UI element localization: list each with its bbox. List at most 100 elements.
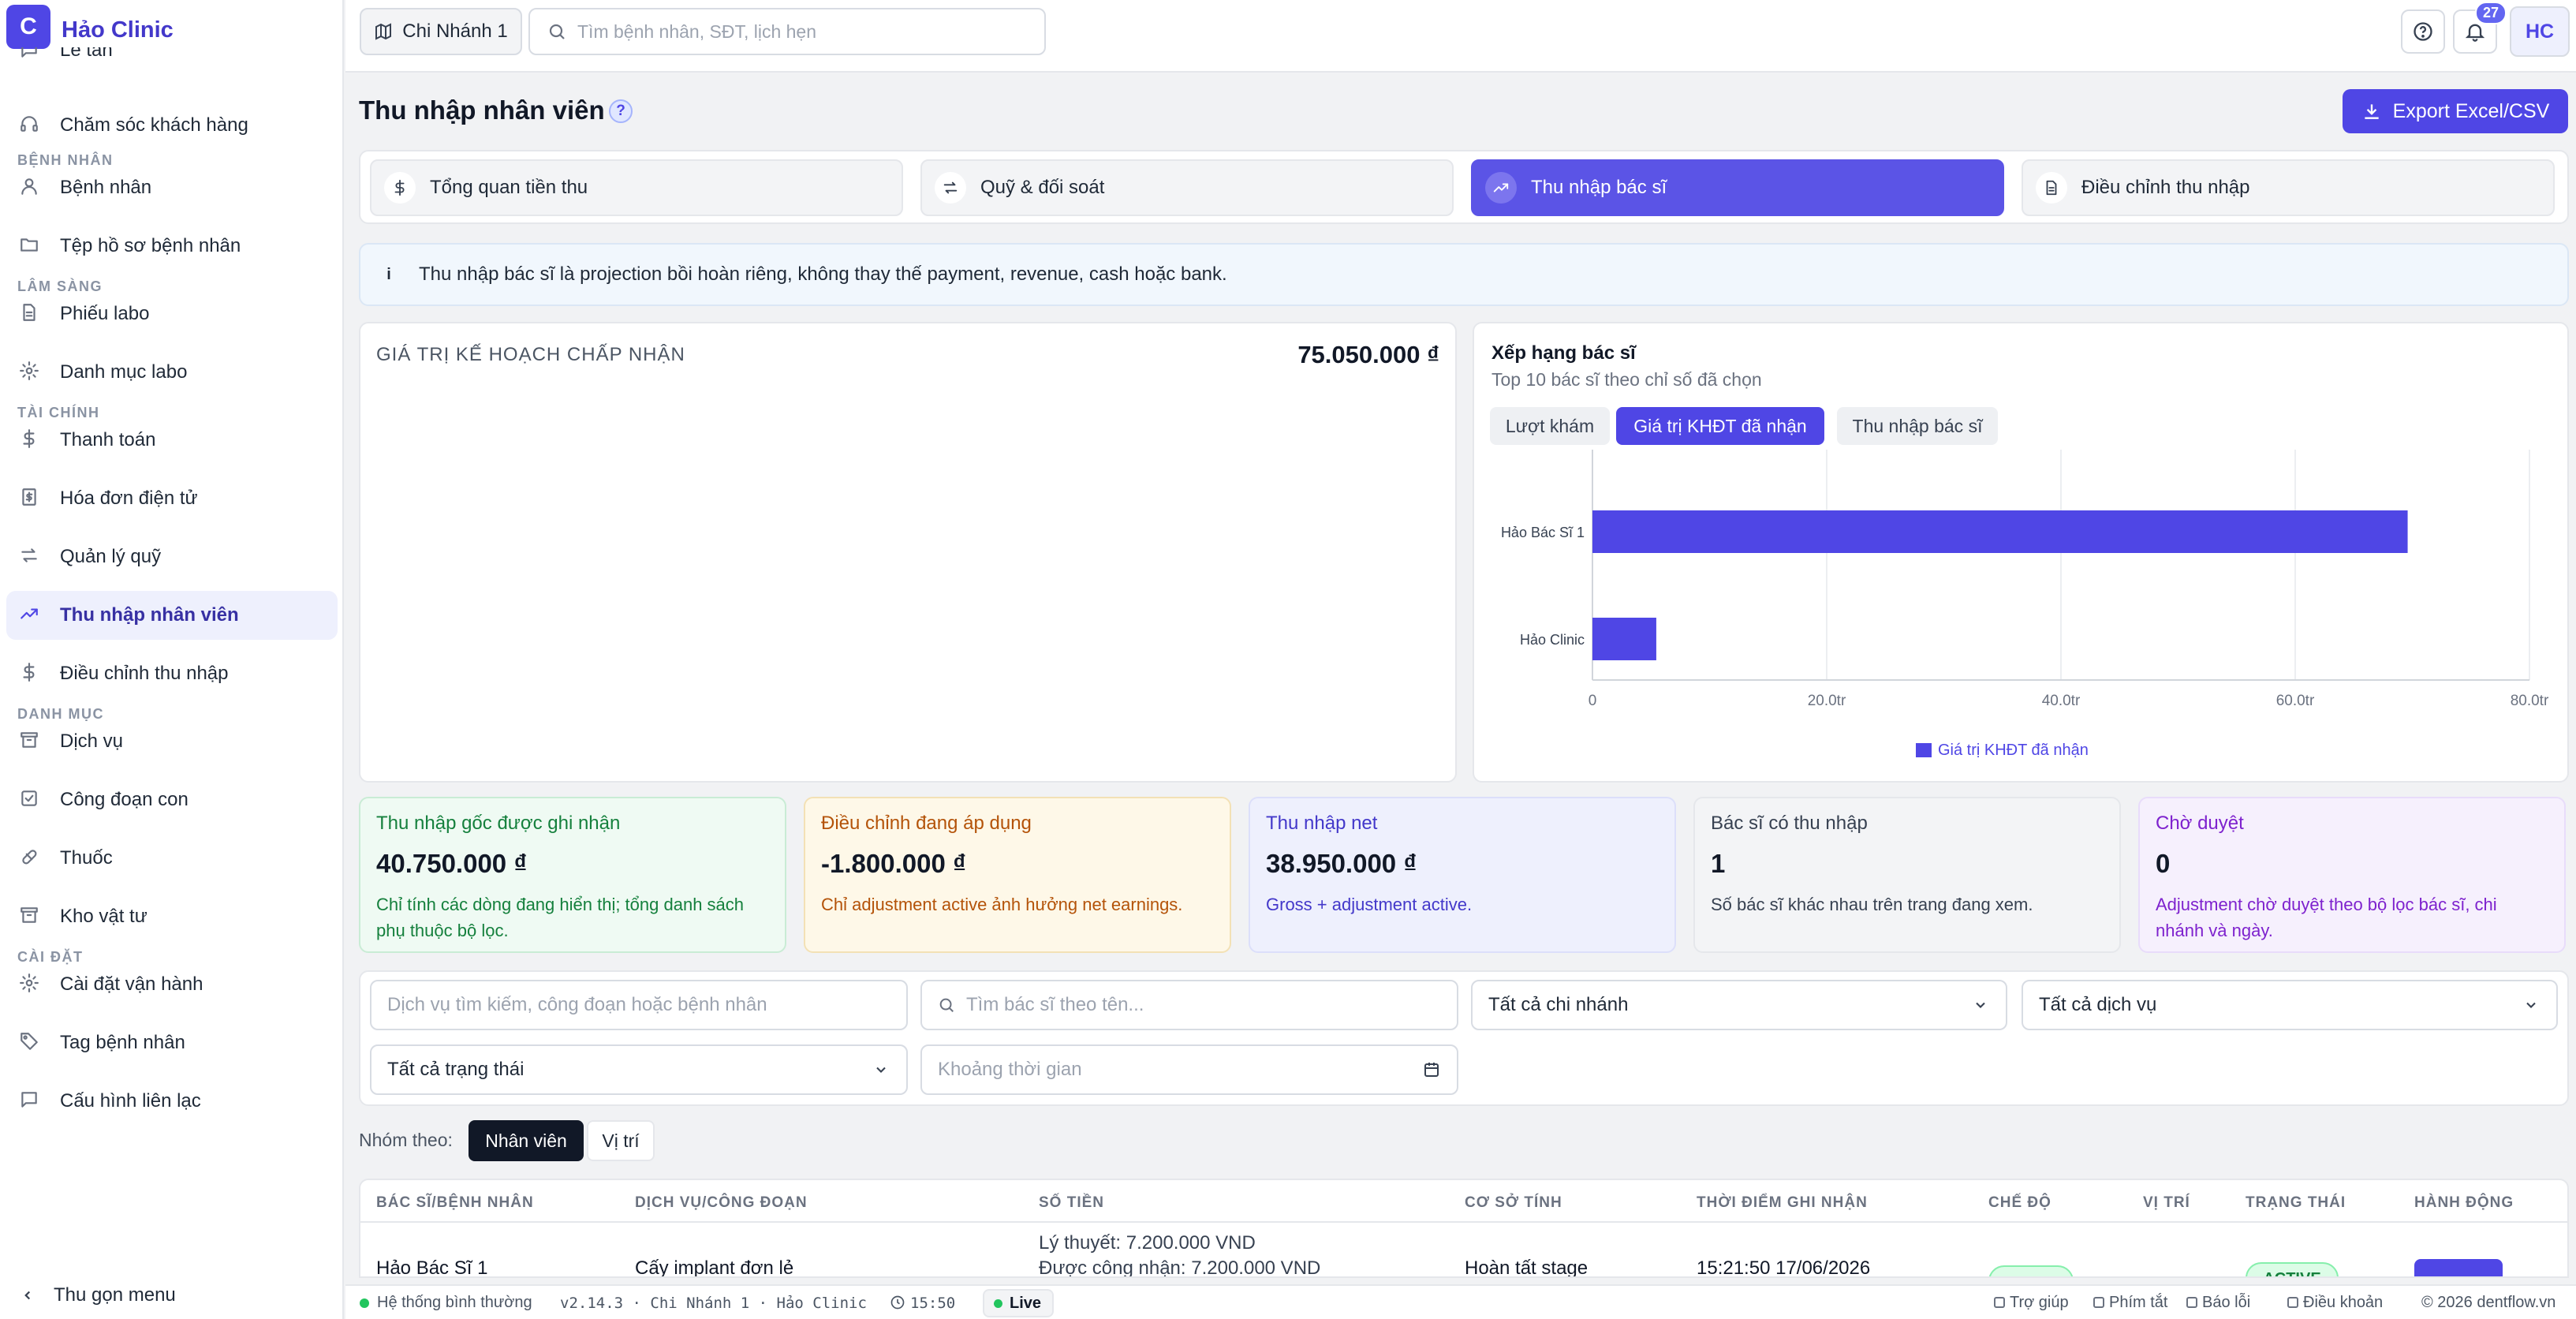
live-label: Live [1010, 1295, 1042, 1312]
bar [1592, 618, 1656, 660]
sidebar-item-bệnh-nhân[interactable]: Bệnh nhân [6, 163, 338, 212]
service-search-input[interactable]: Dịch vụ tìm kiếm, công đoạn hoặc bệnh nh… [370, 980, 908, 1030]
sidebar-item-label: Cài đặt vận hành [60, 973, 203, 995]
global-search-input[interactable]: Tìm bệnh nhân, SĐT, lịch hẹn [528, 8, 1046, 55]
service-select-value: Tất cả dịch vụ [2039, 994, 2157, 1015]
group-by-position[interactable]: Vị trí [587, 1120, 655, 1161]
stat-card: Bác sĩ có thu nhập 1 Số bác sĩ khác nhau t… [1693, 797, 2121, 953]
sidebar-item-kho-vật-tư[interactable]: Kho vật tư [6, 892, 338, 941]
sidebar-item-label: Công đoạn con [60, 789, 189, 810]
dollar-icon [384, 172, 416, 204]
column-header[interactable]: CHẾ ĐỘ [1988, 1194, 2051, 1212]
metric-option[interactable]: Giá trị KHĐT đã nhận [1616, 407, 1824, 445]
row-doctor[interactable]: Hảo Bác Sĩ 1 [376, 1257, 487, 1276]
branch-label: Chi Nhánh 1 [402, 21, 508, 42]
sidebar-item-phiếu-labo[interactable]: Phiếu labo [6, 290, 338, 338]
file-icon [2287, 1297, 2298, 1308]
calendar-icon [1422, 1060, 1441, 1079]
branch-selector[interactable]: Chi Nhánh 1 [360, 8, 522, 55]
metric-option[interactable]: Thu nhập bác sĩ [1837, 407, 1998, 445]
sidebar-item-label: Cấu hình liên lạc [60, 1090, 201, 1112]
bug-icon [2186, 1297, 2197, 1308]
checkbox-icon [19, 788, 43, 812]
column-header[interactable]: BÁC SĨ/BỆNH NHÂN [376, 1194, 534, 1212]
stat-title: Chờ duyệt [2156, 813, 2244, 834]
collapse-menu-button[interactable]: Thu gọn menu [0, 1272, 342, 1319]
sidebar-item-label: Phiếu labo [60, 303, 150, 324]
sidebar: C Hảo Clinic Lễ tân Chăm sóc khách hàng BỆ… [0, 0, 344, 1319]
sidebar-item-partial[interactable]: Lễ tân [6, 47, 338, 76]
date-range-input[interactable]: Khoảng thời gian [920, 1044, 1458, 1095]
status-link-label: Báo lỗi [2202, 1294, 2251, 1311]
collapse-menu-label: Thu gọn menu [54, 1284, 176, 1306]
stat-card: Thu nhập gốc được ghi nhận 40.750.000 ₫ Ch… [359, 797, 786, 953]
column-header[interactable]: TRẠNG THÁI [2246, 1194, 2346, 1212]
info-banner: i Thu nhập bác sĩ là projection bồi hoàn… [359, 243, 2569, 306]
status-link[interactable]: Điều khoản [2287, 1294, 2383, 1312]
status-link[interactable]: Trợ giúp [1994, 1294, 2069, 1312]
sidebar-item-thuốc[interactable]: Thuốc [6, 834, 338, 883]
status-bar: Hệ thống bình thường v2.14.3 · Chi Nhánh… [345, 1284, 2576, 1319]
tab-3[interactable]: Thu nhập bác sĩ [1471, 159, 2004, 216]
column-header[interactable]: THỜI ĐIỂM GHI NHẬN [1697, 1194, 1868, 1212]
sidebar-item-hóa-đơn-điện-tử[interactable]: Hóa đơn điện tử [6, 474, 338, 523]
sidebar-item-label: Tag bệnh nhân [60, 1032, 185, 1053]
branch-select[interactable]: Tất cả chi nhánh [1471, 980, 2007, 1030]
sidebar-item-tag-bệnh-nhân[interactable]: Tag bệnh nhân [6, 1018, 338, 1067]
doctor-search-input[interactable]: Tìm bác sĩ theo tên... [920, 980, 1458, 1030]
status-link[interactable]: Báo lỗi [2186, 1294, 2250, 1312]
page-help-icon[interactable]: ? [609, 99, 633, 123]
sidebar-item-điều-chỉnh-thu-nhập[interactable]: Điều chỉnh thu nhập [6, 649, 338, 698]
tab-4[interactable]: Điều chỉnh thu nhập [2022, 159, 2555, 216]
status-select[interactable]: Tất cả trạng thái [370, 1044, 908, 1095]
column-header[interactable]: DỊCH VỤ/CÔNG ĐOẠN [635, 1194, 808, 1212]
sidebar-item-thu-nhập-nhân-viên[interactable]: Thu nhập nhân viên [6, 591, 338, 640]
sidebar-item-chăm-sóc-khách-hàng[interactable]: Chăm sóc khách hàng [6, 101, 338, 150]
tab-label: Điều chỉnh thu nhập [2081, 177, 2250, 198]
legend-swatch [1916, 743, 1932, 757]
x-tick-label: 40.0tr [2042, 693, 2081, 709]
row-action-button[interactable] [2414, 1259, 2503, 1276]
chevron-down-icon [1973, 997, 1988, 1013]
column-header[interactable]: VỊ TRÍ [2143, 1194, 2190, 1212]
user-avatar[interactable]: HC [2510, 6, 2570, 57]
sidebar-item-label: Kho vật tư [60, 906, 147, 927]
sidebar-item-quản-lý-quỹ[interactable]: Quản lý quỹ [6, 532, 338, 581]
column-header[interactable]: HÀNH ĐỘNG [2414, 1194, 2514, 1212]
row-service: Cấy implant đơn lẻ [635, 1257, 794, 1278]
legend-label: Giá trị KHĐT đã nhận [1938, 742, 2089, 759]
sidebar-item-công-đoạn-con[interactable]: Công đoạn con [6, 775, 338, 824]
doctor-ranking-card: Xếp hạng bác sĩ Top 10 bác sĩ theo chỉ s… [1473, 322, 2569, 783]
sidebar-item-dịch-vụ[interactable]: Dịch vụ [6, 717, 338, 766]
tab-1[interactable]: Tổng quan tiền thu [370, 159, 903, 216]
stat-title: Bác sĩ có thu nhập [1711, 813, 1868, 834]
sidebar-item-danh-mục-labo[interactable]: Danh mục labo [6, 348, 338, 397]
service-select[interactable]: Tất cả dịch vụ [2022, 980, 2558, 1030]
plan-value-amount: 75.050.000 ₫ [1297, 341, 1439, 368]
x-tick-label: 0 [1589, 693, 1597, 709]
export-button[interactable]: Export Excel/CSV [2343, 89, 2568, 133]
help-circle-icon [1994, 1297, 2005, 1308]
group-by-staff[interactable]: Nhân viên [469, 1120, 584, 1161]
status-link[interactable]: Phím tắt [2093, 1294, 2167, 1312]
transfer-icon [935, 172, 966, 204]
sidebar-item-cấu-hình-liên-lạc[interactable]: Cấu hình liên lạc [6, 1077, 338, 1126]
row-status-badge: ACTIVE [2246, 1262, 2339, 1276]
stat-value: 0 [2156, 849, 2171, 878]
logo: C [6, 5, 50, 49]
live-indicator: Live [983, 1289, 1054, 1317]
tab-2[interactable]: Quỹ & đối soát [920, 159, 1454, 216]
column-header[interactable]: CƠ SỞ TÍNH [1465, 1194, 1562, 1212]
metric-option[interactable]: Lượt khám [1490, 407, 1610, 445]
sidebar-item-thanh-toán[interactable]: Thanh toán [6, 416, 338, 465]
sidebar-item-tệp-hồ-sơ-bệnh-nhân[interactable]: Tệp hồ sơ bệnh nhân [6, 222, 338, 271]
sidebar-item-cài-đặt-vận-hành[interactable]: Cài đặt vận hành [6, 960, 338, 1009]
status-select-value: Tất cả trạng thái [387, 1059, 525, 1080]
help-button[interactable] [2401, 9, 2445, 54]
gear-icon [19, 973, 43, 996]
row-amount-recognized: Được công nhận: 7.200.000 VND [1039, 1257, 1321, 1278]
stat-card: Chờ duyệt 0 Adjustment chờ duyệt theo bộ l… [2138, 797, 2566, 953]
tab-label: Quỹ & đối soát [980, 177, 1105, 198]
notifications-button[interactable]: 27 [2453, 2, 2507, 54]
column-header[interactable]: SỐ TIỀN [1039, 1194, 1104, 1212]
